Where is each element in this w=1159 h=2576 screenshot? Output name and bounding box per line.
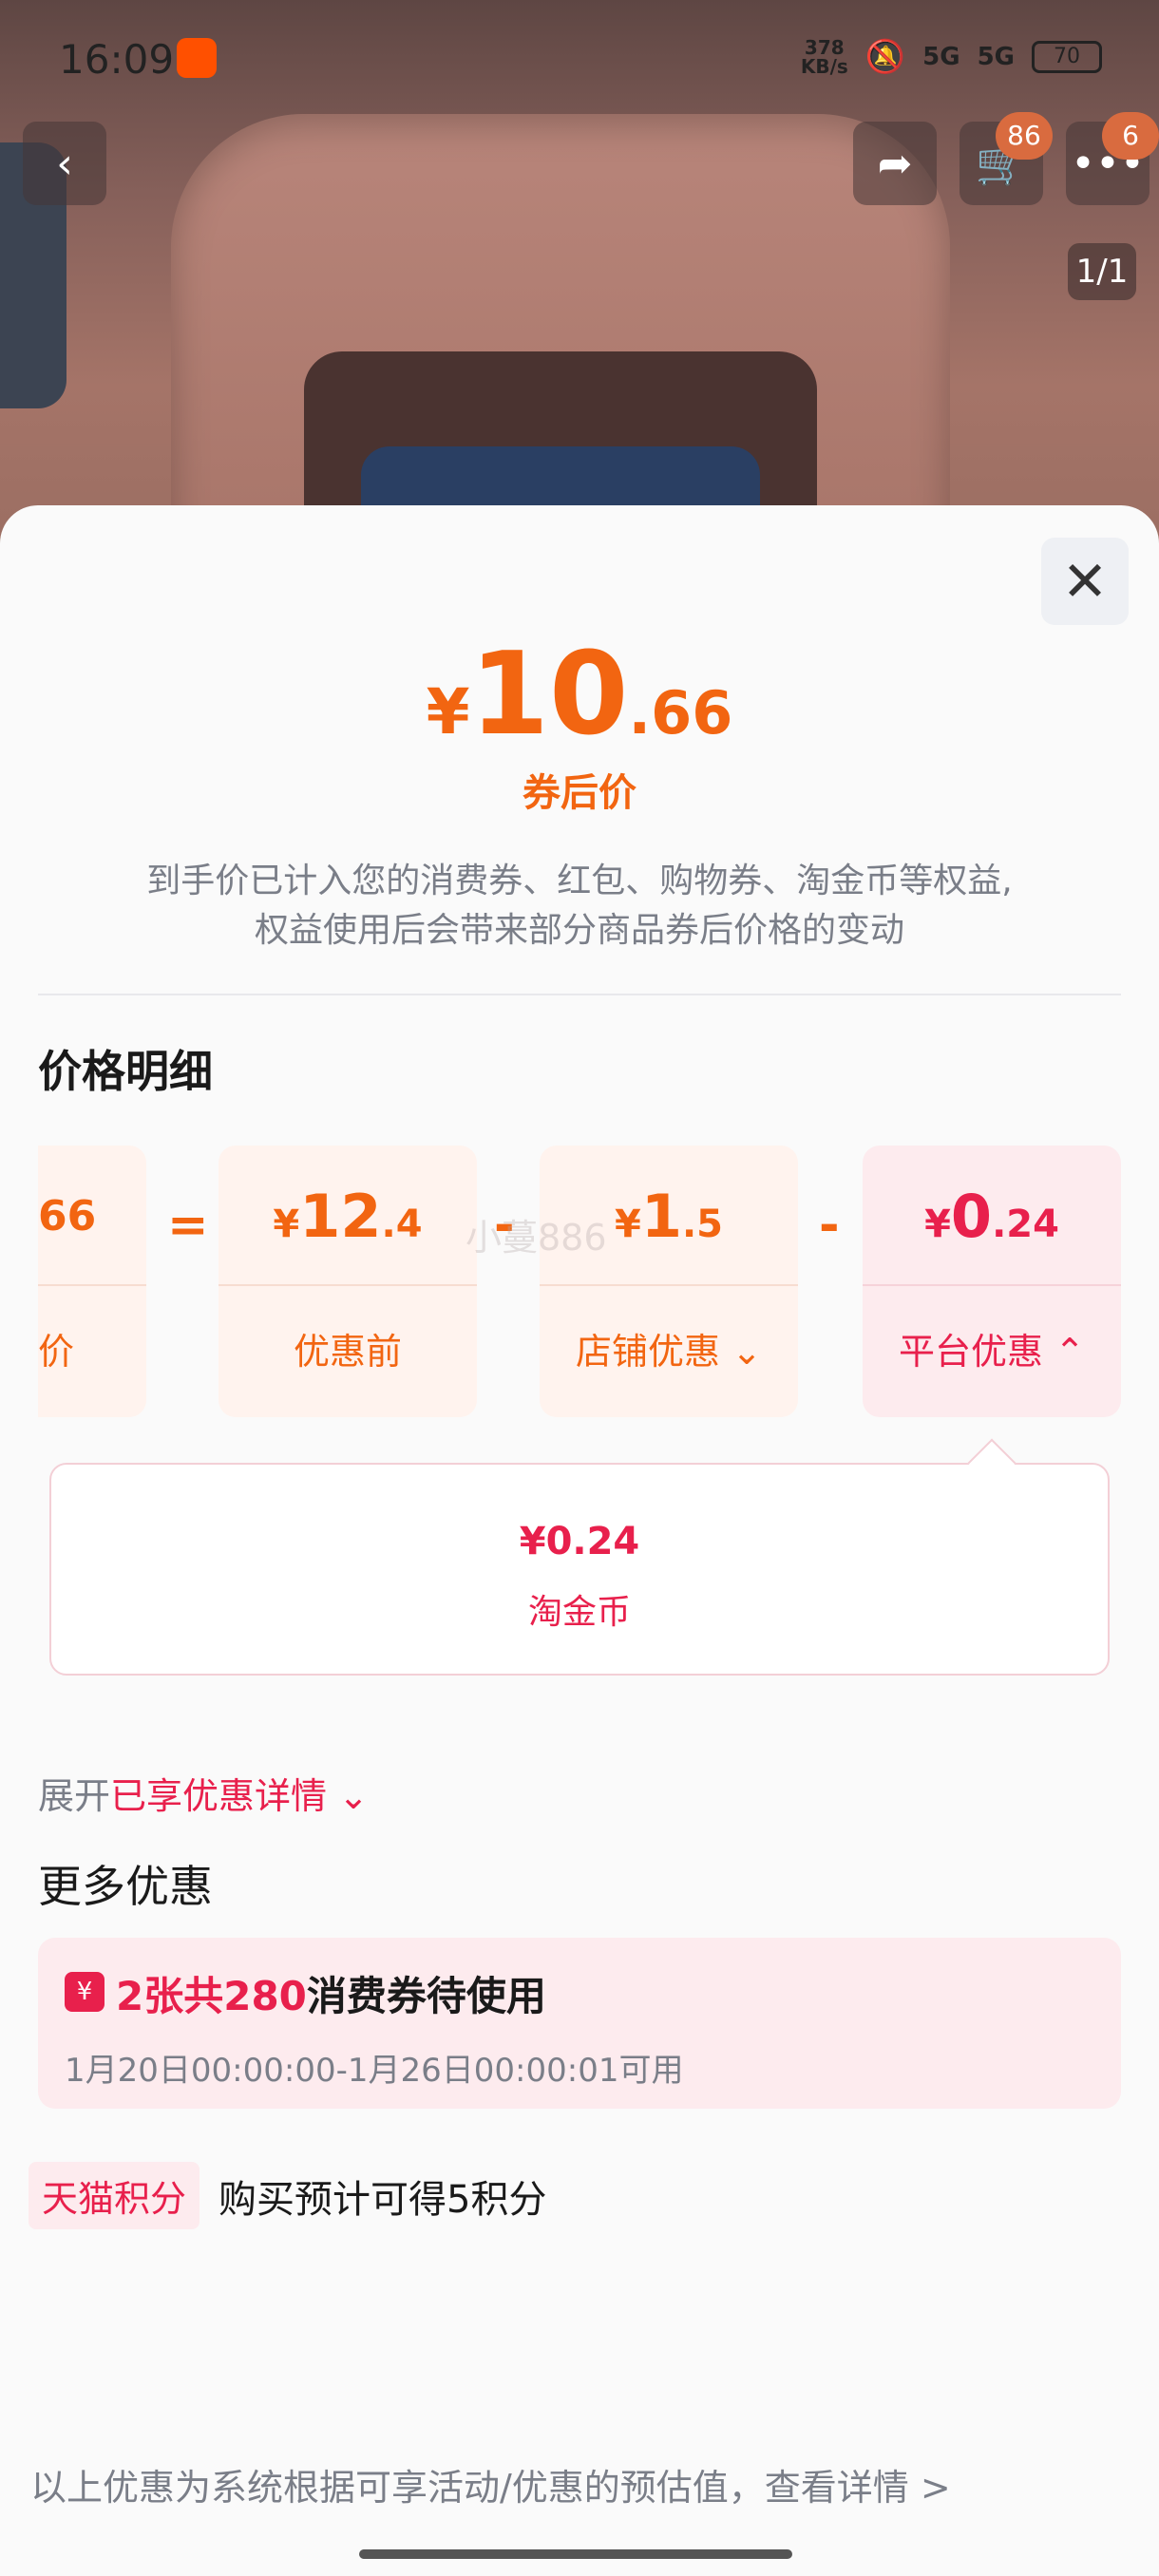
- share-icon: ➦: [877, 139, 913, 188]
- watermark: 小蔓886: [466, 1217, 607, 1259]
- cart-button[interactable]: 🛒 86: [960, 112, 1053, 205]
- share-button[interactable]: ➦: [853, 122, 937, 205]
- price-decimal: .66: [628, 678, 733, 748]
- price-detail-sheet: ✕ ¥10.66 券后价 到手价已计入您的消费券、红包、购物券、淘金币等权益, …: [0, 505, 1159, 2576]
- coupon-title: 2张共280消费券待使用: [116, 1973, 546, 2019]
- more-offers-title: 更多优惠: [38, 1861, 213, 1912]
- popover-value: ¥0.24: [519, 1520, 640, 1563]
- cart-badge: 86: [996, 112, 1053, 160]
- breakdown-card-before: ¥12.4 优惠前: [218, 1146, 477, 1417]
- price-integer: 10: [469, 629, 629, 761]
- breakdown-label: 优惠前: [293, 1331, 402, 1373]
- chevron-left-icon: ‹: [56, 139, 73, 188]
- note-line: 权益使用后会带来部分商品券后价格的变动: [254, 911, 904, 950]
- more-badge: 6: [1102, 112, 1159, 160]
- note-line: 到手价已计入您的消费券、红包、购物券、淘金币等权益,: [146, 862, 1013, 900]
- back-button[interactable]: ‹: [23, 122, 106, 205]
- signal-5g-icon: 5G: [977, 43, 1015, 71]
- close-icon: ✕: [1061, 549, 1109, 614]
- points-text: 购买预计可得5积分: [218, 2177, 547, 2222]
- breakdown-label: 平台优惠 ⌃: [899, 1331, 1085, 1373]
- status-bar: 16:09 378 KB/s 🔕 5G 5G 70: [0, 0, 1159, 114]
- platform-discount-popover: ¥0.24 淘金币: [49, 1438, 1110, 1676]
- final-price: ¥10.66: [0, 629, 1159, 761]
- more-button[interactable]: ••• 6: [1066, 112, 1159, 205]
- equals-sign: =: [167, 1197, 209, 1254]
- mute-bell-icon: 🔕: [864, 38, 906, 76]
- breakdown-card-store[interactable]: ¥1.5 店铺优惠 ⌄: [540, 1146, 798, 1417]
- popover-arrow: [967, 1438, 1016, 1487]
- breakdown-label: 店铺优惠 ⌄: [576, 1331, 762, 1373]
- breakdown-value: ¥0.24: [924, 1182, 1059, 1251]
- points-tag: 天猫积分: [28, 2162, 200, 2229]
- coupon-card[interactable]: ¥ 2张共280消费券待使用 1月20日00:00:00-1月26日00:00:…: [38, 1938, 1121, 2109]
- chevron-down-icon: ⌄: [732, 1331, 762, 1373]
- price-note: 到手价已计入您的消费券、红包、购物券、淘金币等权益, 权益使用后会带来部分商品券…: [57, 857, 1102, 956]
- status-time: 16:09: [59, 36, 175, 83]
- net-speed: 378 KB/s: [800, 36, 848, 78]
- breakdown-card-platform[interactable]: ¥0.24 平台优惠 ⌃: [863, 1146, 1121, 1417]
- footer-link[interactable]: 以上优惠为系统根据可享活动/优惠的预估值，查看详情 >: [30, 2458, 951, 2510]
- signal-5g-icon: 5G: [922, 43, 960, 71]
- detail-title: 价格明细: [38, 1046, 213, 1097]
- price-currency: ¥: [426, 675, 470, 748]
- coupon-icon: ¥: [65, 1972, 104, 2012]
- breakdown-label: 价: [38, 1331, 75, 1373]
- breakdown-value: 66: [38, 1192, 97, 1241]
- popover-label: 淘金币: [527, 1593, 631, 1632]
- divider: [38, 994, 1121, 995]
- close-button[interactable]: ✕: [1041, 538, 1129, 625]
- app-notification-icon: [177, 38, 217, 78]
- expand-details-link[interactable]: 展开已享优惠详情 ⌄: [38, 1767, 369, 1819]
- breakdown-value: ¥12.4: [273, 1182, 423, 1251]
- status-icons: 378 KB/s 🔕 5G 5G 70: [801, 38, 1102, 76]
- breakdown-card-final: 66 价: [38, 1146, 146, 1417]
- points-row: 天猫积分 购买预计可得5积分: [28, 2162, 546, 2229]
- battery-icon: 70: [1032, 41, 1102, 73]
- coupon-dates: 1月20日00:00:00-1月26日00:00:01可用: [65, 2052, 684, 2090]
- price-label: 券后价: [522, 771, 636, 815]
- image-counter: 1/1: [1068, 243, 1136, 300]
- home-indicator[interactable]: [359, 2549, 792, 2559]
- chevron-up-icon: ⌃: [1054, 1331, 1085, 1373]
- chevron-down-icon: ⌄: [338, 1775, 369, 1817]
- minus-sign: -: [819, 1197, 840, 1254]
